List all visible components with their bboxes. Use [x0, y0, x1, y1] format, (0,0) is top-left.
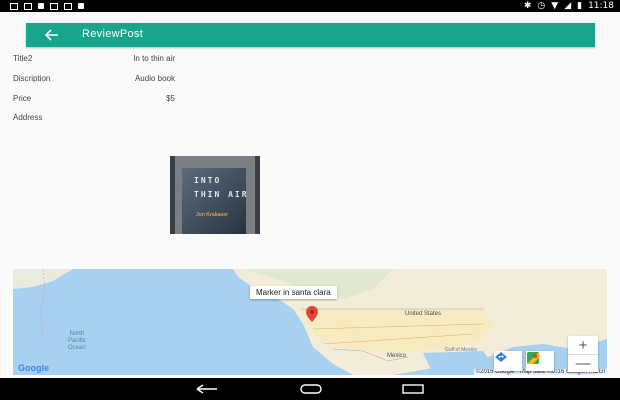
zoom-in-button[interactable]: + [568, 336, 598, 355]
system-icons: ✱ ◷ ▼ ◢ ▮ 11:18 [524, 0, 614, 12]
detail-label: Title2 [13, 54, 33, 63]
image-notification-icon [10, 2, 18, 10]
directions-button[interactable] [494, 351, 522, 371]
android-notification-icon [38, 3, 44, 9]
detail-label: Address [13, 113, 43, 122]
arrow-back-icon[interactable] [44, 27, 60, 43]
signal-icon: ◢ [564, 1, 572, 11]
detail-row-price: Price $5 [13, 94, 175, 108]
recents-icon[interactable] [400, 382, 426, 396]
zoom-out-button[interactable]: — [568, 354, 598, 372]
back-icon[interactable] [194, 382, 220, 396]
detail-value: In to thin air [133, 54, 175, 63]
zoom-controls: + — [568, 336, 598, 372]
detail-row-address: Address [13, 113, 175, 127]
card-notification-icon [64, 2, 72, 10]
google-logo: Google [18, 363, 49, 373]
alarm-icon: ◷ [537, 1, 546, 11]
clock: 11:18 [588, 1, 614, 11]
map-label-mexico: Mexico [387, 353, 407, 359]
ocean-label: North Pacific Ocean [68, 331, 86, 351]
cover-title-line1: INTO [194, 176, 222, 185]
wifi-icon: ▼ [551, 1, 559, 11]
app-toolbar: ReviewPost [26, 23, 595, 47]
notification-icons [10, 0, 84, 12]
gmail-notification-icon [24, 2, 32, 10]
bluetooth-icon: ✱ [523, 1, 532, 11]
marker-info-window[interactable]: Marker in santa clara [250, 286, 337, 299]
map-label-gulf-of-mexico: Gulf of Mexico [445, 347, 477, 353]
app-notification-icon [78, 3, 84, 9]
cover-title-line2: THIN AIR [194, 190, 249, 199]
detail-value: $5 [166, 94, 175, 103]
download-notification-icon [50, 2, 58, 10]
map-view[interactable]: Marker in santa clara North Pacific Ocea… [13, 269, 607, 375]
detail-row-title: Title2 In to thin air [13, 54, 175, 68]
detail-label: Price [13, 94, 32, 103]
detail-label: Discription [13, 74, 51, 83]
detail-row-description: Discription Audio book [13, 74, 175, 88]
open-in-maps-button[interactable] [526, 351, 554, 371]
home-icon[interactable] [298, 382, 324, 396]
detail-value: Audio book [134, 74, 175, 83]
battery-icon: ▮ [577, 1, 583, 11]
cover-author: Jon Krakauer [196, 212, 228, 218]
map-label-united-states: United States [405, 311, 442, 317]
book-cover-image: INTO THIN AIR Jon Krakauer [170, 156, 260, 234]
page-title: ReviewPost [82, 28, 144, 40]
navigation-bar [0, 378, 620, 400]
status-bar: ✱ ◷ ▼ ◢ ▮ 11:18 [0, 0, 620, 12]
